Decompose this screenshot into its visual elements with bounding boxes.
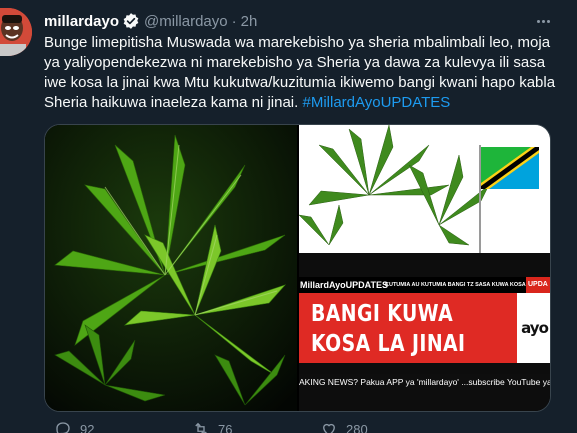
avatar[interactable] [0,8,32,56]
reply-button[interactable]: 92 [54,420,94,433]
handle[interactable]: @millardayo [144,13,228,30]
tweet-text: Bunge limepitisha Muswada wa marekebisho… [44,33,559,113]
timestamp[interactable]: 2h [241,13,258,30]
reply-count: 92 [80,421,95,433]
headline-line-2: KOSA LA JINAI [311,331,466,357]
like-button[interactable]: 280 [320,420,368,433]
leaves-and-flag-image [299,125,550,253]
display-name[interactable]: millardayo [44,13,119,30]
tweet-actions: 92 76 280 [44,420,524,433]
headline-box: BANGI KUWA KOSA LA JINAI [299,293,517,363]
tweet-header: millardayo @millardayo · 2h [44,11,257,31]
reply-icon [56,422,70,433]
tweet: millardayo @millardayo · 2h Bunge limepi… [0,0,577,433]
news-tag: UPDA [526,277,550,293]
more-options-icon[interactable] [531,9,555,33]
like-count: 280 [346,421,368,433]
news-top-bar: MillardAyoUPDATES KUTUMIA AU KUTUMIA BAN… [299,277,550,293]
retweet-button[interactable]: 76 [192,420,232,433]
like-icon [323,423,335,433]
news-graphic[interactable]: MillardAyoUPDATES KUTUMIA AU KUTUMIA BAN… [299,125,550,411]
tweet-body: Bunge limepitisha Muswada wa marekebisho… [44,34,556,111]
logo-text: ayo [521,319,549,337]
verified-badge-icon [122,12,140,30]
headline-line-1: BANGI KUWA [311,301,454,327]
hashtag-link[interactable]: #MillardAyoUPDATES [302,94,450,111]
news-ticker: AKING NEWS? Pakua APP ya 'millardayo' ..… [299,374,550,390]
separator-dot: · [231,12,237,30]
headline: BANGI KUWA KOSA LA JINAI [311,299,465,359]
retweet-count: 76 [218,421,233,433]
ayo-logo: ayo [517,293,550,363]
retweet-icon [195,422,207,433]
news-brand: MillardAyoUPDATES [300,280,389,290]
tweet-media[interactable]: MillardAyoUPDATES KUTUMIA AU KUTUMIA BAN… [44,124,551,412]
cannabis-photo[interactable] [45,125,297,411]
